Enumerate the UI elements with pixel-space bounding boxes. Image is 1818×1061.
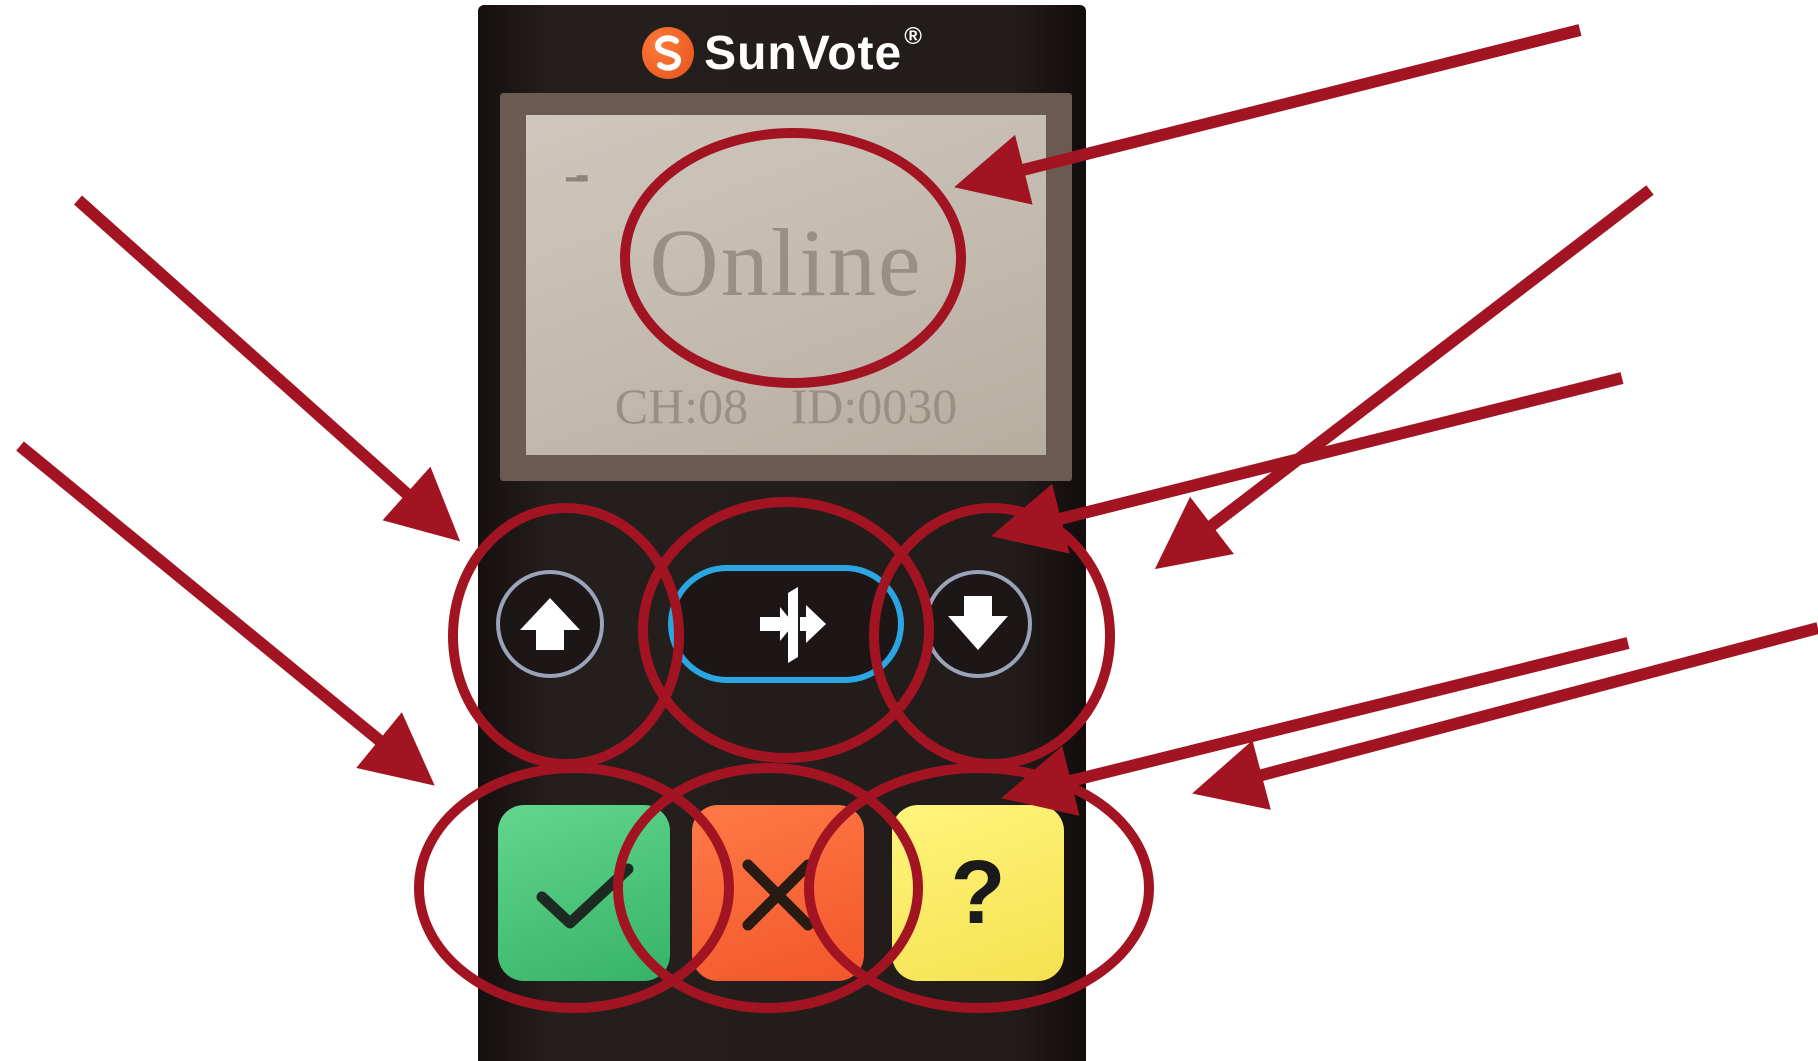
annotation-arrow <box>1001 637 1630 816</box>
screen-highlight-circle <box>620 128 966 388</box>
annotation-arrow <box>16 441 435 786</box>
annotation-overlay <box>16 24 1818 1013</box>
yes-button-highlight-circle <box>414 763 734 1013</box>
annotation-arrow <box>1192 622 1818 810</box>
down-button-highlight-circle <box>869 503 1115 769</box>
annotation-arrow <box>954 24 1582 205</box>
annotation-arrow <box>1154 185 1654 570</box>
unsure-button-highlight-circle <box>804 763 1154 1013</box>
annotation-arrow <box>991 372 1624 554</box>
enter-button-highlight-circle <box>638 497 934 763</box>
no-button-highlight-circle <box>613 763 923 1013</box>
annotation-arrow <box>74 195 461 542</box>
